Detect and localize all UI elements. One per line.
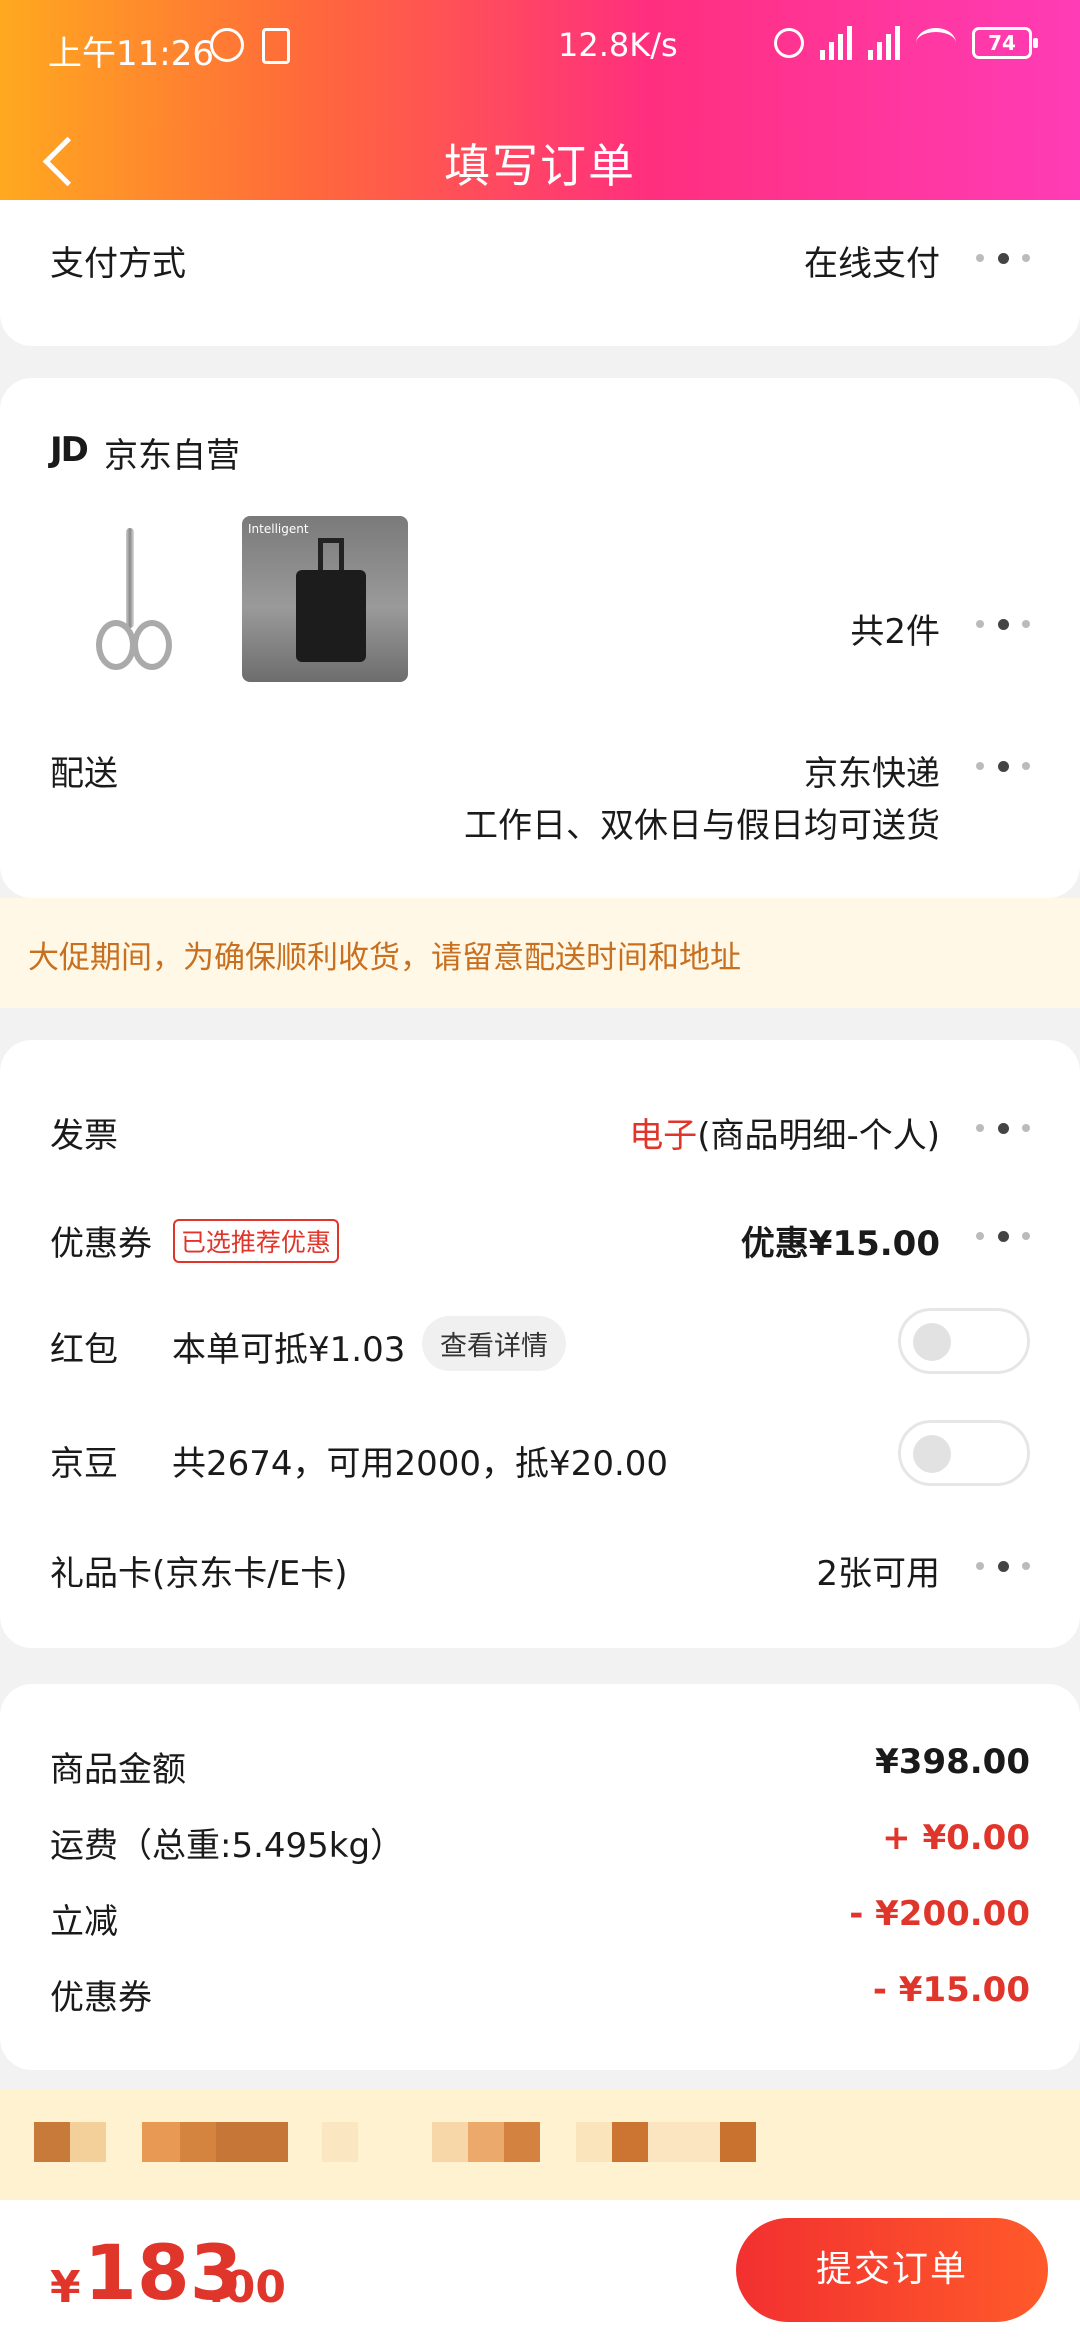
more-dots-icon[interactable] [976, 1560, 1030, 1572]
jd-logo: JD [50, 430, 89, 470]
redpacket-desc: 本单可抵¥1.03 [172, 1330, 406, 1370]
summary-value: - ¥200.00 [849, 1894, 1030, 1934]
signal-icon-2 [868, 26, 900, 60]
more-dots-icon[interactable] [976, 618, 1030, 630]
alarm-icon [774, 28, 804, 58]
status-left-icons [210, 28, 290, 64]
payment-card: 支付方式 在线支付 [0, 200, 1080, 346]
battery-icon: 74 [972, 27, 1038, 59]
page-title: 填写订单 [444, 139, 636, 193]
payment-value[interactable]: 在线支付 [804, 236, 940, 285]
document-icon [262, 28, 290, 64]
submit-order-button[interactable]: 提交订单 [736, 2218, 1048, 2322]
network-speed: 12.8K/s [558, 26, 678, 64]
invoice-value[interactable]: 电子(商品明细-个人) [629, 1108, 940, 1157]
delivery-note: 工作日、双休日与假日均可送货 [464, 806, 940, 846]
status-time: 上午11:26 [48, 34, 214, 74]
total-decimal: .00 [208, 2262, 286, 2313]
jingdou-desc: 共2674，可用2000，抵¥20.00 [172, 1444, 669, 1484]
page-header: 上午11:26 12.8K/s 74 填写订单 [0, 0, 1080, 230]
more-dots-icon[interactable] [976, 252, 1030, 264]
blurred-block [648, 2122, 720, 2162]
blurred-block [142, 2122, 180, 2162]
jingdou-toggle[interactable] [898, 1420, 1030, 1486]
status-right-icons: 74 [774, 26, 1038, 60]
summary-label: 立减 [50, 1902, 118, 1942]
shop-name: 京东自营 [104, 436, 240, 476]
summary-label: 优惠券 [50, 1978, 152, 2018]
blurred-block [180, 2122, 216, 2162]
blurred-block [576, 2122, 612, 2162]
coupon-value[interactable]: 优惠¥15.00 [741, 1216, 940, 1265]
signal-icon [820, 26, 852, 60]
total-currency: ¥ [50, 2262, 81, 2313]
more-dots-icon[interactable] [976, 1230, 1030, 1242]
blurred-block [322, 2122, 358, 2162]
item-count[interactable]: 共2件 [850, 604, 940, 653]
invoice-type: 电子 [629, 1116, 698, 1156]
summary-value: - ¥15.00 [872, 1970, 1030, 2010]
product-image-suitcase[interactable]: Intelligent [242, 516, 408, 682]
blurred-block [216, 2122, 288, 2162]
giftcard-label: 礼品卡(京东卡/E卡) [50, 1554, 348, 1594]
more-dots-icon[interactable] [976, 760, 1030, 772]
redpacket-toggle[interactable] [898, 1308, 1030, 1374]
delivery-value[interactable]: 京东快递 [804, 746, 940, 795]
blurred-block [468, 2122, 504, 2162]
summary-value: + ¥0.00 [882, 1818, 1030, 1858]
browser-icon [210, 28, 244, 62]
product-image-scissors[interactable] [50, 516, 216, 682]
invoice-detail: (商品明细-个人) [697, 1116, 940, 1156]
summary-value: ¥398.00 [875, 1742, 1030, 1782]
blurred-block [504, 2122, 540, 2162]
more-dots-icon[interactable] [976, 1122, 1030, 1134]
invoice-label: 发票 [50, 1116, 118, 1156]
payment-label: 支付方式 [50, 244, 186, 284]
redpacket-label: 红包 [50, 1330, 118, 1370]
coupon-label-text: 优惠券 [50, 1224, 152, 1264]
blurred-block [70, 2122, 106, 2162]
status-bar: 上午11:26 12.8K/s 74 [0, 0, 1080, 96]
coupon-tag: 已选推荐优惠 [172, 1219, 339, 1263]
coupon-label: 优惠券 已选推荐优惠 [50, 1216, 339, 1265]
jingdou-label: 京豆 [50, 1444, 118, 1484]
promo-notice: 大促期间，为确保顺利收货，请留意配送时间和地址 [0, 898, 1080, 1008]
delivery-label: 配送 [50, 754, 118, 794]
blurred-block [612, 2122, 648, 2162]
blurred-block [34, 2122, 70, 2162]
wifi-icon [916, 28, 956, 58]
giftcard-value[interactable]: 2张可用 [816, 1546, 940, 1595]
summary-label: 运费（总重:5.495kg） [50, 1826, 405, 1866]
blurred-block [720, 2122, 756, 2162]
product-brand-text: Intelligent [248, 522, 309, 536]
blurred-block [432, 2122, 468, 2162]
view-details-button[interactable]: 查看详情 [422, 1316, 566, 1371]
summary-label: 商品金额 [50, 1750, 186, 1790]
